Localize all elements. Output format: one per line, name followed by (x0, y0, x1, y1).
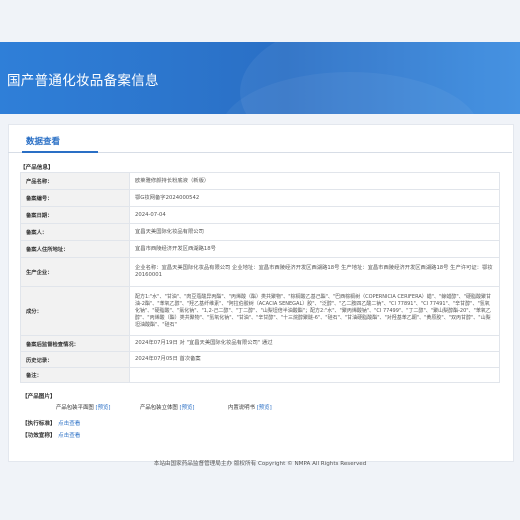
field-value (129, 367, 500, 383)
field-value: 2024-07-04 (129, 206, 500, 224)
table-row: 产品名称： 欧莱雅修颜持长粉底液（新版） (20, 172, 500, 190)
preview-link[interactable]: [预览] (179, 405, 194, 411)
field-value: 宜昌天美国际化妆品有限公司 (129, 223, 500, 241)
field-value: 宜昌市西陵经济开发区西湖路18号 (129, 240, 500, 258)
table-row: 备注： (20, 367, 500, 383)
section-title-efficacy: 【功效宣称】 (22, 433, 56, 439)
header-banner: 国产普通化妆品备案信息 (0, 42, 520, 114)
field-label: 成分： (20, 286, 130, 336)
field-value: 2024年07月05日 首次备案 (129, 351, 500, 368)
table-row: 备案后监督检查情况： 2024年07月19日 对 "宜昌天美国际化妆品有限公司"… (20, 335, 500, 352)
image-item-manual: 内置说明书 [预览] (228, 403, 272, 411)
field-label: 产品名称： (20, 172, 130, 190)
field-label: 备案日期： (20, 206, 130, 224)
table-row: 生产企业： 企业名称：宜昌天美国际化妆品有限公司 企业地址：宜昌市西陵经济开发区… (20, 257, 500, 287)
field-value: 欧莱雅修颜持长粉底液（新版） (129, 172, 500, 190)
field-label: 生产企业： (20, 257, 130, 287)
field-label: 历史记录： (20, 351, 130, 368)
field-label: 备注： (20, 367, 130, 383)
image-item-label: 内置说明书 (228, 405, 255, 411)
table-row: 备案人： 宜昌天美国际化妆品有限公司 (20, 223, 500, 241)
table-row: 成分： 配方1:"水"、"甘油"、"肉豆蔻酸异丙酯"、"丙烯酸（酯）类共聚物"、… (20, 286, 500, 336)
field-label: 备案编号： (20, 189, 130, 207)
field-label: 备案人住所地址： (20, 240, 130, 258)
table-row: 备案编号： 鄂G妆网备字2024000542 (20, 189, 500, 207)
efficacy-view-link[interactable]: 点击查看 (58, 431, 80, 439)
image-item-label: 产品包装立体图 (140, 405, 178, 411)
preview-link[interactable]: [预览] (95, 405, 110, 411)
tab-data-view[interactable]: 数据查看 (26, 135, 60, 147)
product-info-table: 产品名称： 欧莱雅修颜持长粉底液（新版） 备案编号： 鄂G妆网备字2024000… (20, 172, 500, 383)
field-value: 鄂G妆网备字2024000542 (129, 189, 500, 207)
preview-link[interactable]: [预览] (257, 405, 272, 411)
field-label: 备案后监督检查情况： (20, 335, 130, 352)
table-row: 历史记录： 2024年07月05日 首次备案 (20, 351, 500, 368)
table-row: 备案人住所地址： 宜昌市西陵经济开发区西湖路18号 (20, 240, 500, 258)
image-item-flat-package: 产品包装平面图 [预览] (56, 403, 110, 411)
field-label: 备案人： (20, 223, 130, 241)
section-title-standards: 【执行标准】 (22, 421, 56, 427)
field-value: 企业名称：宜昌天美国际化妆品有限公司 企业地址：宜昌市西陵经济开发区西湖路18号… (129, 257, 500, 287)
field-value: 2024年07月19日 对 "宜昌天美国际化妆品有限公司" 通过 (129, 335, 500, 352)
standards-view-link[interactable]: 点击查看 (58, 419, 80, 427)
image-item-label: 产品包装平面图 (56, 405, 94, 411)
footer-copyright: 本站由国家药品监督管理局主办 版权所有 Copyright © NMPA All… (153, 461, 367, 467)
page-title: 国产普通化妆品备案信息 (7, 73, 159, 89)
image-item-3d-package: 产品包装立体图 [预览] (140, 403, 194, 411)
ingredients-value: 配方1:"水"、"甘油"、"肉豆蔻酸异丙酯"、"丙烯酸（酯）类共聚物"、"棕榈酸… (129, 286, 500, 336)
table-row: 备案日期： 2024-07-04 (20, 206, 500, 224)
active-tab-indicator (22, 151, 98, 153)
section-title-product-images: 【产品图片】 (22, 394, 56, 400)
section-title-product-info: 【产品信息】 (20, 165, 54, 171)
